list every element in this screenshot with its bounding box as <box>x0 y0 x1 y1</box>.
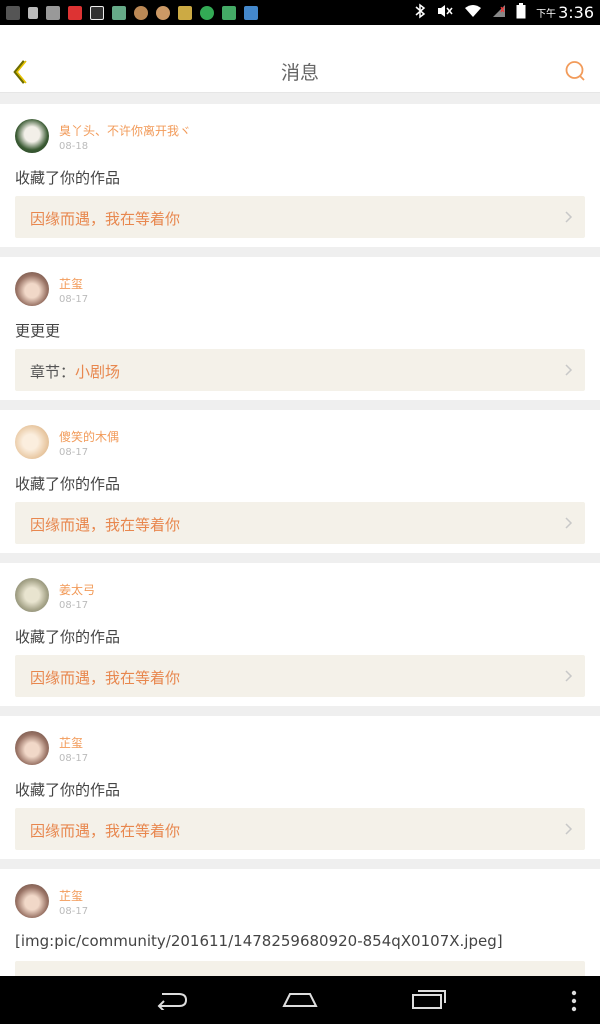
message-date: 08-17 <box>59 906 89 917</box>
music-app-icon <box>90 5 104 20</box>
battery-level-icon <box>200 5 214 20</box>
app-notification-icon <box>68 5 82 20</box>
lock-icon <box>28 6 38 19</box>
app-header: 消息 <box>0 25 600 93</box>
shield-icon <box>244 5 258 20</box>
ref-title: 因缘而遇，我在等着你 <box>30 822 181 840</box>
username[interactable]: 芷玺 <box>59 275 83 292</box>
ref-title: 因缘而遇，我在等着你 <box>30 516 181 534</box>
recent-apps-button[interactable] <box>411 988 447 1014</box>
message-date: 08-17 <box>59 600 89 611</box>
home-icon <box>282 993 318 1007</box>
message-text: 收藏了你的作品 <box>15 781 121 799</box>
search-button[interactable] <box>564 60 586 82</box>
app-notification-icon <box>134 5 148 20</box>
ref-prefix: 章节： <box>30 363 76 381</box>
time-period: 下午 <box>536 9 557 20</box>
avatar[interactable] <box>15 272 49 306</box>
overflow-menu-button[interactable] <box>570 990 578 1016</box>
app-notification-icon <box>178 5 192 20</box>
message-card[interactable]: 芷玺 08-17 更更更 章节：小剧场 <box>0 257 600 400</box>
message-date: 08-17 <box>59 294 89 305</box>
message-text: 收藏了你的作品 <box>15 475 121 493</box>
username[interactable]: 芷玺 <box>59 734 83 751</box>
chevron-right-icon <box>565 823 573 835</box>
more-vertical-icon <box>571 990 577 1012</box>
mute-icon <box>436 3 454 23</box>
ref-title: 小剧场 <box>75 363 121 381</box>
username[interactable]: 姜太弓 <box>59 581 95 598</box>
message-list[interactable]: 臭丫头、不许你离开我ヾ 08-18 收藏了你的作品 因缘而遇，我在等着你 芷玺 … <box>0 104 600 976</box>
signal-icon <box>492 4 506 22</box>
avatar[interactable] <box>15 731 49 765</box>
system-nav-bar <box>0 976 600 1024</box>
message-card[interactable]: 芷玺 08-17 [img:pic/community/201611/14782… <box>0 869 600 976</box>
avatar[interactable] <box>15 884 49 918</box>
app-notification-icon <box>6 5 20 20</box>
app-notification-icon <box>156 5 170 20</box>
work-link[interactable]: 因缘而遇，我在等着你 <box>15 196 585 238</box>
image-icon <box>46 5 60 20</box>
home-nav-button[interactable] <box>282 990 318 1014</box>
username[interactable]: 傻笑的木偶 <box>59 428 119 445</box>
work-link[interactable]: 因缘而遇，我在等着你 <box>15 655 585 697</box>
chevron-right-icon <box>565 364 573 376</box>
username[interactable]: 臭丫头、不许你离开我ヾ <box>59 122 191 139</box>
work-link[interactable]: 因缘而遇，我在等着你 <box>15 808 585 850</box>
gallery-app-icon <box>112 5 126 20</box>
search-icon <box>565 61 585 81</box>
avatar[interactable] <box>15 578 49 612</box>
back-arrow-icon <box>157 993 188 1012</box>
message-card[interactable]: 臭丫头、不许你离开我ヾ 08-18 收藏了你的作品 因缘而遇，我在等着你 <box>0 104 600 247</box>
bluetooth-icon <box>414 3 426 23</box>
back-nav-button[interactable] <box>155 990 189 1014</box>
ref-title: 因缘而遇，我在等着你 <box>30 210 181 228</box>
battery-icon <box>516 2 526 23</box>
message-text: 收藏了你的作品 <box>15 169 121 187</box>
status-bar: 下午 3:36 <box>0 0 600 25</box>
message-card[interactable]: 傻笑的木偶 08-17 收藏了你的作品 因缘而遇，我在等着你 <box>0 410 600 553</box>
clock: 3:36 <box>558 3 594 22</box>
message-card[interactable]: 芷玺 08-17 收藏了你的作品 因缘而遇，我在等着你 <box>0 716 600 859</box>
chapter-link[interactable]: 章节：小剧场 <box>15 349 585 391</box>
message-date: 08-18 <box>59 141 89 152</box>
message-text: 收藏了你的作品 <box>15 628 121 646</box>
ref-title: 因缘而遇，我在等着你 <box>30 669 181 687</box>
chapter-link[interactable] <box>15 961 585 976</box>
message-date: 08-17 <box>59 447 89 458</box>
chevron-right-icon <box>565 211 573 223</box>
message-text: [img:pic/community/201611/1478259680920-… <box>15 932 503 950</box>
avatar[interactable] <box>15 425 49 459</box>
app-notification-icon <box>222 5 236 20</box>
wifi-icon <box>464 4 482 22</box>
work-link[interactable]: 因缘而遇，我在等着你 <box>15 502 585 544</box>
notification-icons <box>6 5 258 20</box>
avatar[interactable] <box>15 119 49 153</box>
recent-apps-icon <box>412 990 446 1009</box>
message-date: 08-17 <box>59 753 89 764</box>
username[interactable]: 芷玺 <box>59 887 83 904</box>
chevron-right-icon <box>565 670 573 682</box>
message-text: 更更更 <box>15 322 61 340</box>
message-card[interactable]: 姜太弓 08-17 收藏了你的作品 因缘而遇，我在等着你 <box>0 563 600 706</box>
page-title: 消息 <box>280 62 319 84</box>
chevron-right-icon <box>565 517 573 529</box>
